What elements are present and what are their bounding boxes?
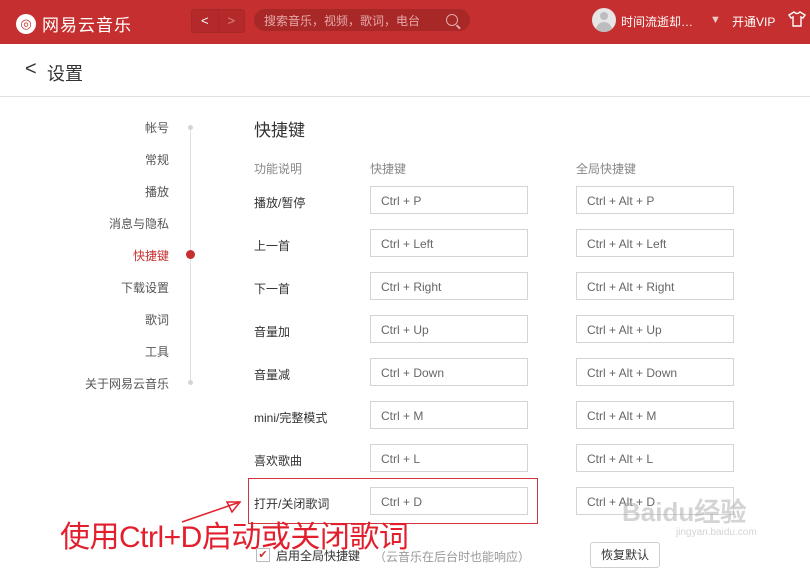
- row-label-next: 下一首: [254, 282, 291, 296]
- row-label-volume-up: 音量加: [254, 325, 291, 339]
- sidebar-item-playback[interactable]: 播放: [9, 183, 169, 200]
- sidebar-item-tools[interactable]: 工具: [9, 343, 169, 360]
- history-nav: < >: [191, 9, 245, 33]
- sidebar-item-lyrics[interactable]: 歌词: [9, 311, 169, 328]
- row-label-volume-down: 音量减: [254, 368, 291, 382]
- global-shortcut-field-volume-down[interactable]: Ctrl + Alt + Down: [576, 358, 734, 386]
- shortcut-field-previous[interactable]: Ctrl + Left: [370, 229, 528, 257]
- global-shortcut-hint: （云音乐在后台时也能响应）: [374, 550, 531, 564]
- shortcut-field-play-pause[interactable]: Ctrl + P: [370, 186, 528, 214]
- search-input[interactable]: 搜索音乐，视频，歌词，电台: [254, 9, 470, 31]
- sidebar-item-privacy[interactable]: 消息与隐私: [9, 215, 169, 232]
- baidu-watermark-url: jingyan.baidu.com: [676, 527, 757, 538]
- global-shortcut-field-like-song[interactable]: Ctrl + Alt + L: [576, 444, 734, 472]
- column-header-function: 功能说明: [254, 162, 303, 176]
- skin-icon[interactable]: [788, 11, 806, 27]
- sidebar-item-general[interactable]: 常规: [9, 151, 169, 168]
- shortcut-field-mini-mode[interactable]: Ctrl + M: [370, 401, 528, 429]
- sidebar-item-shortcuts[interactable]: 快捷键: [9, 247, 169, 264]
- sidebar-dot: [188, 380, 193, 385]
- row-label-previous: 上一首: [254, 239, 291, 253]
- sidebar-item-account[interactable]: 帐号: [9, 119, 169, 136]
- forward-arrow-icon[interactable]: >: [217, 10, 245, 32]
- title-bar: ◎ 网易云音乐 < > 搜索音乐，视频，歌词，电台 时间流逝却… ▼ 开通VIP: [0, 0, 810, 44]
- shortcut-field-like-song[interactable]: Ctrl + L: [370, 444, 528, 472]
- sidebar-active-dot: [186, 250, 195, 259]
- netease-music-logo-icon: ◎: [16, 13, 36, 34]
- column-header-shortcut: 快捷键: [370, 162, 407, 176]
- restore-default-button[interactable]: 恢复默认: [590, 542, 660, 568]
- app-logo[interactable]: ◎ 网易云音乐: [16, 11, 132, 36]
- section-title: 快捷键: [254, 121, 305, 140]
- global-shortcut-field-mini-mode[interactable]: Ctrl + Alt + M: [576, 401, 734, 429]
- search-placeholder: 搜索音乐，视频，歌词，电台: [264, 13, 421, 28]
- global-shortcut-label[interactable]: 启用全局快捷键: [276, 547, 360, 564]
- global-shortcut-field-play-pause[interactable]: Ctrl + Alt + P: [576, 186, 734, 214]
- row-label-like-song: 喜欢歌曲: [254, 454, 303, 468]
- shortcut-field-volume-down[interactable]: Ctrl + Down: [370, 358, 528, 386]
- sidebar-item-download[interactable]: 下载设置: [9, 279, 169, 296]
- global-shortcut-field-next[interactable]: Ctrl + Alt + Right: [576, 272, 734, 300]
- shortcut-field-next[interactable]: Ctrl + Right: [370, 272, 528, 300]
- baidu-watermark: Baidu经验: [622, 497, 747, 527]
- username[interactable]: 时间流逝却…: [621, 13, 693, 30]
- avatar[interactable]: [592, 8, 616, 32]
- search-icon[interactable]: [446, 14, 458, 26]
- row-label-play-pause: 播放/暂停: [254, 196, 306, 210]
- column-header-global: 全局快捷键: [576, 162, 637, 176]
- shortcut-field-volume-up[interactable]: Ctrl + Up: [370, 315, 528, 343]
- sidebar-item-about[interactable]: 关于网易云音乐: [9, 375, 169, 392]
- back-arrow-icon[interactable]: <: [192, 10, 218, 32]
- global-shortcut-field-volume-up[interactable]: Ctrl + Alt + Up: [576, 315, 734, 343]
- app-name: 网易云音乐: [42, 16, 132, 35]
- global-shortcut-field-previous[interactable]: Ctrl + Alt + Left: [576, 229, 734, 257]
- chevron-down-icon[interactable]: ▼: [710, 14, 721, 26]
- page-title: 设置: [47, 64, 83, 84]
- global-shortcut-checkbox[interactable]: ✔: [256, 548, 270, 562]
- vip-button[interactable]: 开通VIP: [732, 13, 775, 30]
- header-divider: [0, 96, 810, 97]
- sidebar-dot: [188, 125, 193, 130]
- back-button[interactable]: <: [25, 58, 37, 81]
- row-label-mini-mode: mini/完整模式: [254, 411, 328, 425]
